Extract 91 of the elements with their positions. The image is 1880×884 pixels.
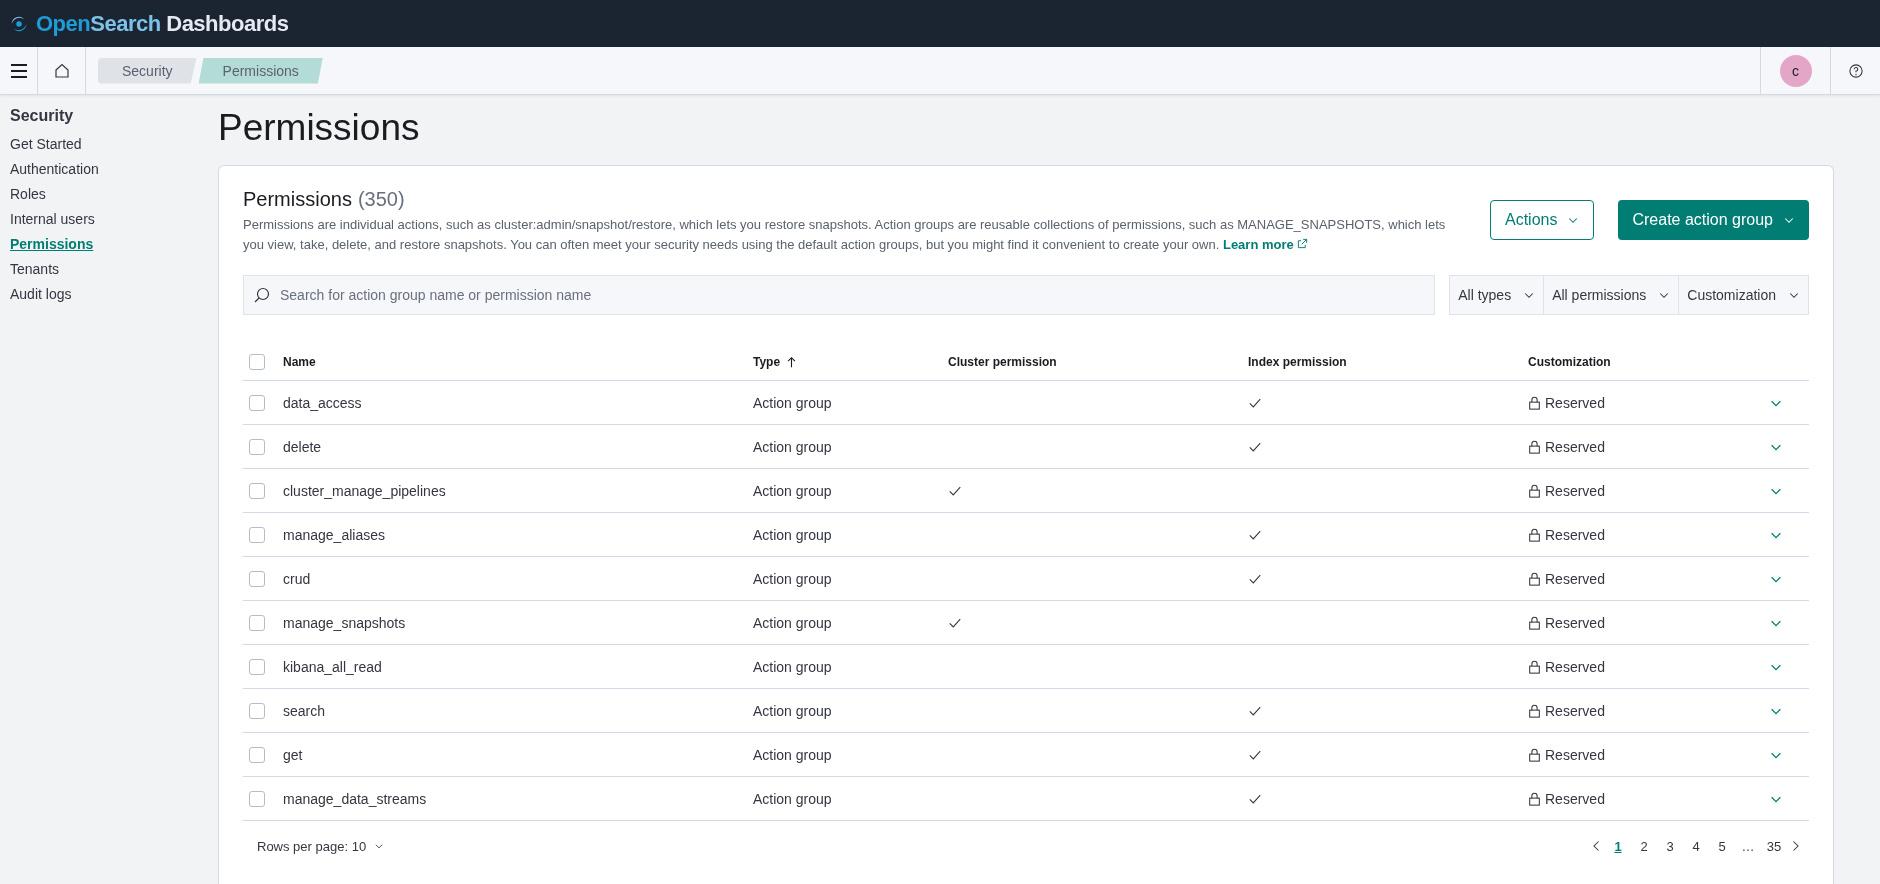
lock-icon [1528, 615, 1541, 630]
external-link-icon [1297, 238, 1309, 249]
table-cell-text: Action group [753, 614, 833, 631]
page-button[interactable]: 3 [1659, 838, 1681, 854]
breadcrumb[interactable]: Permissions [198, 57, 323, 84]
help-icon[interactable] [1848, 63, 1863, 78]
filter-dropdown[interactable]: Customization [1678, 276, 1808, 314]
table-cell: Reserved [1528, 790, 1769, 807]
column-header[interactable]: Index permission [1248, 354, 1528, 369]
lock-icon [1528, 527, 1541, 542]
page-button[interactable]: 1 [1607, 838, 1629, 854]
sidebar-item[interactable]: Authentication [10, 160, 208, 179]
table-cell-text: Action group [753, 746, 833, 763]
breadcrumb[interactable]: Security [98, 57, 197, 84]
sidebar-item[interactable]: Audit logs [10, 285, 208, 304]
create-action-group-button[interactable]: Create action group [1618, 200, 1809, 240]
row-checkbox[interactable] [249, 702, 265, 719]
sidebar-item[interactable]: Get Started [10, 135, 208, 154]
row-checkbox[interactable] [249, 438, 265, 455]
table-cell-text: Action group [753, 570, 833, 587]
user-avatar[interactable]: c [1779, 54, 1812, 87]
filter-dropdown[interactable]: All types [1450, 276, 1544, 314]
table-cell-text: manage_data_streams [283, 790, 428, 807]
page-button[interactable]: 2 [1633, 838, 1655, 854]
table-cell: Reserved [1528, 570, 1769, 587]
table-cell-text: manage_snapshots [283, 614, 407, 631]
page-button[interactable]: 5 [1711, 838, 1733, 854]
row-checkbox[interactable] [249, 790, 265, 807]
sidebar-item[interactable]: Permissions [10, 235, 208, 254]
table-cell: Reserved [1528, 658, 1769, 675]
row-checkbox[interactable] [249, 482, 265, 499]
table-cell-text: Action group [753, 790, 833, 807]
table-cell-text: Action group [753, 482, 833, 499]
permission-count: (350) [357, 188, 405, 211]
table-cell: Reserved [1528, 702, 1769, 719]
sidebar-item[interactable]: Roles [10, 185, 208, 204]
table-cell-text: delete [283, 438, 323, 455]
lock-icon [1528, 747, 1541, 762]
table-cell-text: Action group [753, 394, 833, 411]
lock-icon [1528, 703, 1541, 718]
sidebar-item[interactable]: Tenants [10, 260, 208, 279]
column-header[interactable]: Cluster permission [948, 354, 1248, 369]
column-header[interactable]: Customization [1528, 354, 1769, 369]
chevron-down-icon [374, 841, 385, 851]
sidebar-title: Security [10, 107, 75, 125]
table-cell-text: data_access [283, 394, 363, 411]
select-all-checkbox[interactable] [249, 353, 265, 370]
row-checkbox[interactable] [249, 614, 265, 631]
table-cell: Reserved [1528, 526, 1769, 543]
filter-dropdown[interactable]: All permissions [1543, 276, 1679, 314]
row-checkbox[interactable] [249, 394, 265, 411]
lock-icon [1528, 395, 1541, 410]
table-cell-text: Action group [753, 702, 833, 719]
lock-icon [1528, 483, 1541, 498]
page-button[interactable]: … [1737, 838, 1759, 854]
row-checkbox[interactable] [249, 746, 265, 763]
table-cell-text: Action group [753, 658, 833, 675]
lock-icon [1528, 791, 1541, 806]
sidebar-item[interactable]: Internal users [10, 210, 208, 229]
row-checkbox[interactable] [249, 570, 265, 587]
table-cell-text: manage_aliases [283, 526, 386, 543]
actions-button[interactable]: Actions [1490, 200, 1595, 240]
description-text: Permissions are individual actions, such as cluster:admin/snapshot/restore, which lets you restore snapshots. Action groups are reusable collections of permissions, such as MANAGE_SNAPSHOTS, which lets you view, take, delete, and restore snapshots. You can often meet your security needs using the default action groups, but you might find it convenient to create your own. Learn more [243, 216, 1447, 254]
rows-per-page-button[interactable]: Rows per page: 10 [251, 837, 391, 855]
table-cell-text: cluster_manage_pipelines [283, 482, 447, 499]
panel-title: Permissions [243, 188, 352, 211]
table-cell-text: search [283, 702, 327, 719]
row-checkbox[interactable] [249, 526, 265, 543]
row-checkbox[interactable] [249, 658, 265, 675]
page-title: Permissions [218, 107, 421, 149]
table-cell: Reserved [1528, 438, 1769, 455]
table-cell-text: Action group [753, 438, 833, 455]
brand-name: OpenSearch Dashboards [36, 10, 289, 37]
table-cell-text: get [283, 746, 304, 763]
learn-more-link[interactable]: Learn more [1222, 237, 1309, 252]
lock-icon [1528, 439, 1541, 454]
table-cell: Reserved [1528, 482, 1769, 499]
table-cell-text: kibana_all_read [283, 658, 383, 675]
table-cell: Reserved [1528, 614, 1769, 631]
table-cell: Reserved [1528, 394, 1769, 411]
search-field[interactable]: Search for action group name or permission name [243, 275, 1436, 315]
page-button[interactable]: 4 [1685, 838, 1707, 854]
column-header[interactable]: Type [753, 354, 948, 369]
lock-icon [1528, 571, 1541, 586]
lock-icon [1528, 659, 1541, 674]
search-icon [254, 287, 270, 303]
table-cell: Reserved [1528, 746, 1769, 763]
table-cell-text: crud [283, 570, 312, 587]
column-header[interactable]: Name [283, 354, 753, 369]
page-button[interactable]: 35 [1763, 838, 1785, 854]
table-cell-text: Action group [753, 526, 833, 543]
